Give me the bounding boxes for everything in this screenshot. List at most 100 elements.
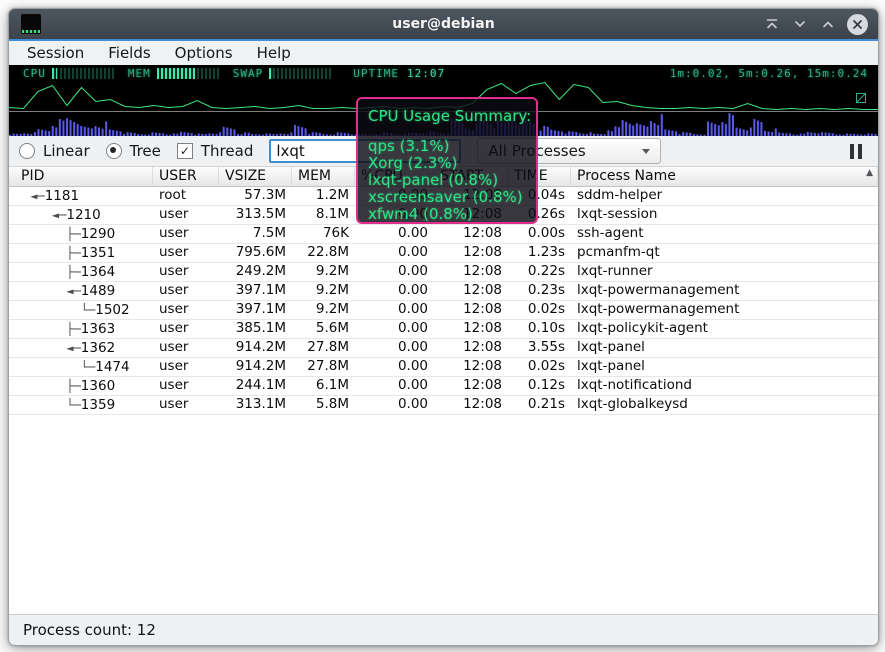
- cell-time: 0.02s: [508, 301, 571, 319]
- table-row[interactable]: ├─1290 user 7.5M 76K 0.00 12:08 0.00s ss…: [9, 225, 878, 244]
- cell-user: user: [153, 244, 219, 262]
- table-row[interactable]: ├─1351 user 795.6M 22.8M 0.00 12:08 1.23…: [9, 244, 878, 263]
- menu-help[interactable]: Help: [247, 43, 301, 63]
- cell-process-name: lxqt-panel: [571, 358, 878, 376]
- cell-mem: 76K: [292, 225, 355, 243]
- cell-start: 12:08: [434, 358, 508, 376]
- tree-connector[interactable]: ├─: [23, 321, 81, 338]
- swap-meter: [269, 68, 331, 79]
- pause-icon: [850, 144, 854, 159]
- thread-checkbox[interactable]: ✓: [177, 143, 193, 159]
- table-row[interactable]: └─1474 user 914.2M 27.8M 0.00 12:08 0.02…: [9, 358, 878, 377]
- cell-pid: 1364: [81, 264, 115, 281]
- cell-process-name: lxqt-session: [571, 206, 878, 224]
- cell-pid: 1360: [81, 378, 115, 395]
- cell-start: 12:08: [434, 282, 508, 300]
- cell-mem: 8.1M: [292, 206, 355, 224]
- maximize-button[interactable]: [819, 15, 837, 33]
- cell-time: 0.23s: [508, 282, 571, 300]
- cell-vsize: 7.5M: [219, 225, 292, 243]
- cell-vsize: 244.1M: [219, 377, 292, 395]
- column-header-process-name[interactable]: Process Name: [571, 167, 878, 186]
- menu-session[interactable]: Session: [17, 43, 94, 63]
- column-header-pid[interactable]: PID: [9, 167, 153, 186]
- window-title: user@debian: [9, 16, 878, 32]
- tree-label[interactable]: Tree: [130, 142, 161, 160]
- titlebar[interactable]: user@debian: [9, 9, 878, 41]
- cell-process-name: lxqt-notificationd: [571, 377, 878, 395]
- cell-pid: 1210: [66, 207, 100, 224]
- cell-user: user: [153, 225, 219, 243]
- cell-mem: 1.2M: [292, 187, 355, 205]
- cell-process-name: lxqt-powermanagement: [571, 282, 878, 300]
- cell-user: user: [153, 301, 219, 319]
- cell-start: 12:08: [434, 301, 508, 319]
- thread-label[interactable]: Thread: [201, 142, 253, 160]
- cell-cpu: 0.00: [355, 358, 434, 376]
- chevron-down-icon: [793, 17, 807, 31]
- tree-connector[interactable]: ├─: [23, 245, 81, 262]
- tree-connector[interactable]: ├─: [23, 378, 81, 395]
- cell-mem: 27.8M: [292, 339, 355, 357]
- tree-connector[interactable]: ◄─: [23, 188, 45, 205]
- cpu-usage-tooltip: CPU Usage Summary: qps (3.1%) Xorg (2.3%…: [356, 97, 538, 224]
- load-average-text: 1m:0.02, 5m:0.26, 15m:0.24: [670, 67, 868, 80]
- linear-radio[interactable]: [19, 143, 35, 159]
- cell-vsize: 57.3M: [219, 187, 292, 205]
- column-header-user[interactable]: USER: [153, 167, 219, 186]
- tree-connector[interactable]: ├─: [23, 264, 81, 281]
- tree-connector[interactable]: ◄─: [23, 283, 81, 300]
- cell-pid: 1362: [81, 340, 115, 357]
- tree-connector[interactable]: └─: [23, 359, 95, 376]
- table-row[interactable]: ◄─1489 user 397.1M 9.2M 0.00 12:08 0.23s…: [9, 282, 878, 301]
- cell-time: 0.12s: [508, 377, 571, 395]
- statusbar: Process count: 12: [9, 614, 878, 645]
- cell-start: 12:08: [434, 396, 508, 414]
- desktop-background: user@debian: [0, 0, 885, 652]
- cell-start: 12:08: [434, 263, 508, 281]
- cell-pid: 1474: [95, 359, 129, 376]
- close-button[interactable]: [847, 14, 868, 35]
- tree-connector[interactable]: ◄─: [23, 340, 81, 357]
- table-empty-area[interactable]: [9, 415, 878, 614]
- linear-label[interactable]: Linear: [43, 142, 90, 160]
- sort-indicator-icon[interactable]: ▲: [866, 168, 873, 178]
- cell-vsize: 313.5M: [219, 206, 292, 224]
- table-row[interactable]: ├─1363 user 385.1M 5.6M 0.00 12:08 0.10s…: [9, 320, 878, 339]
- table-row[interactable]: ├─1360 user 244.1M 6.1M 0.00 12:08 0.12s…: [9, 377, 878, 396]
- pause-button[interactable]: [844, 141, 868, 161]
- tooltip-item: lxqt-panel (0.8%): [368, 172, 526, 189]
- table-row[interactable]: └─1359 user 313.1M 5.8M 0.00 12:08 0.21s…: [9, 396, 878, 415]
- cell-pid: 1363: [81, 321, 115, 338]
- uptime-label: UPTIME: [353, 67, 399, 80]
- minimize-button[interactable]: [791, 15, 809, 33]
- chevron-up-icon: [821, 17, 835, 31]
- tree-connector[interactable]: └─: [23, 302, 95, 319]
- table-row[interactable]: ├─1364 user 249.2M 9.2M 0.00 12:08 0.22s…: [9, 263, 878, 282]
- cell-cpu: 0.00: [355, 339, 434, 357]
- cell-vsize: 914.2M: [219, 358, 292, 376]
- window-controls: [763, 14, 878, 35]
- cell-vsize: 397.1M: [219, 301, 292, 319]
- cell-cpu: 0.00: [355, 320, 434, 338]
- column-header-vsize[interactable]: VSIZE: [219, 167, 292, 186]
- tree-connector[interactable]: ├─: [23, 226, 81, 243]
- column-header-mem[interactable]: MEM: [292, 167, 355, 186]
- keep-above-button[interactable]: [763, 15, 781, 33]
- cell-user: user: [153, 339, 219, 357]
- cell-cpu: 0.00: [355, 244, 434, 262]
- cell-user: user: [153, 206, 219, 224]
- menu-fields[interactable]: Fields: [98, 43, 160, 63]
- uptime-value: 12:07: [407, 67, 445, 80]
- tree-connector[interactable]: ◄─: [23, 207, 66, 224]
- table-row[interactable]: └─1502 user 397.1M 9.2M 0.00 12:08 0.02s…: [9, 301, 878, 320]
- menu-options[interactable]: Options: [165, 43, 243, 63]
- tree-radio[interactable]: [106, 143, 122, 159]
- table-row[interactable]: ◄─1362 user 914.2M 27.8M 0.00 12:08 3.55…: [9, 339, 878, 358]
- combo-arrow-icon: [642, 149, 650, 154]
- close-icon: [852, 19, 863, 30]
- cell-pid: 1502: [95, 302, 129, 319]
- cell-cpu: 0.00: [355, 282, 434, 300]
- cell-time: 1.23s: [508, 244, 571, 262]
- tree-connector[interactable]: └─: [23, 397, 81, 414]
